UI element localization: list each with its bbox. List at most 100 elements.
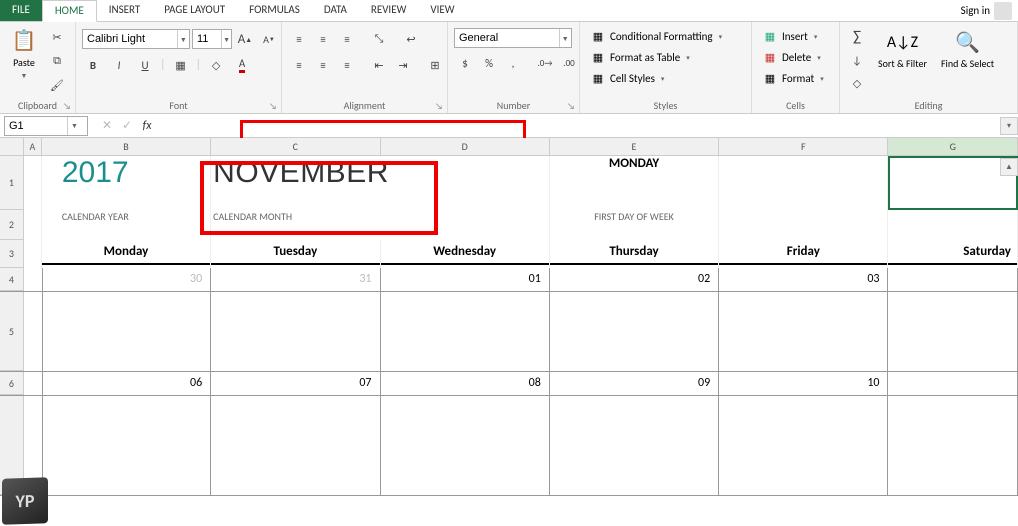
select-all-corner[interactable] bbox=[0, 138, 24, 155]
tab-view[interactable]: VIEW bbox=[418, 0, 466, 21]
cell-e2[interactable]: FIRST DAY OF WEEK bbox=[550, 210, 719, 240]
cell-c2[interactable]: CALENDAR MONTH bbox=[211, 210, 550, 240]
cell-b7[interactable] bbox=[42, 396, 211, 495]
col-header-g[interactable]: G bbox=[888, 138, 1017, 155]
copy-button[interactable]: ⧉ bbox=[46, 50, 68, 72]
cell-g5[interactable] bbox=[888, 292, 1017, 371]
font-size-input[interactable] bbox=[193, 30, 221, 48]
tab-data[interactable]: DATA bbox=[312, 0, 359, 21]
cell-a1[interactable] bbox=[24, 156, 42, 210]
cell-e7[interactable] bbox=[550, 396, 719, 495]
tab-formulas[interactable]: FORMULAS bbox=[237, 0, 312, 21]
row-header-1[interactable]: 1 bbox=[0, 156, 24, 210]
col-header-f[interactable]: F bbox=[719, 138, 888, 155]
clipboard-launcher[interactable]: ↘ bbox=[63, 101, 73, 111]
formula-input[interactable] bbox=[162, 116, 1018, 134]
cell-g7[interactable] bbox=[888, 396, 1017, 495]
cell-d4[interactable]: 01 bbox=[381, 268, 550, 291]
cell-e5[interactable] bbox=[550, 292, 719, 371]
cell-b6[interactable]: 06 bbox=[42, 372, 211, 395]
cell-c1[interactable]: NOVEMBER bbox=[211, 156, 550, 210]
decrease-indent-button[interactable]: ⇤ bbox=[368, 54, 390, 76]
cell-c7[interactable] bbox=[211, 396, 380, 495]
cell-f7[interactable] bbox=[719, 396, 888, 495]
number-launcher[interactable]: ↘ bbox=[567, 101, 577, 111]
cell-e4[interactable]: 02 bbox=[550, 268, 719, 291]
cell-b4[interactable]: 30 bbox=[42, 268, 211, 291]
dropdown-icon[interactable]: ▼ bbox=[221, 30, 231, 48]
font-launcher[interactable]: ↘ bbox=[269, 101, 279, 111]
col-header-a[interactable]: A bbox=[24, 138, 42, 155]
cancel-formula-button[interactable]: ✕ bbox=[98, 117, 116, 135]
format-as-table-button[interactable]: ▦Format as Table▾ bbox=[586, 47, 694, 67]
cell-d3[interactable]: Wednesday bbox=[381, 240, 550, 268]
align-right-button[interactable]: ≡ bbox=[336, 54, 358, 76]
tab-home[interactable]: HOME bbox=[42, 0, 97, 22]
cell-b5[interactable] bbox=[42, 292, 211, 371]
col-header-b[interactable]: B bbox=[42, 138, 211, 155]
comma-button[interactable]: , bbox=[502, 52, 524, 74]
row-header-4[interactable]: 4 bbox=[0, 268, 24, 291]
merge-button[interactable]: ⊞ bbox=[424, 54, 446, 76]
tab-file[interactable]: FILE bbox=[0, 0, 42, 21]
cell-b2[interactable]: CALENDAR YEAR bbox=[42, 210, 211, 240]
scroll-up-button[interactable]: ▲ bbox=[1000, 158, 1018, 176]
tab-insert[interactable]: INSERT bbox=[97, 0, 153, 21]
cell-a5[interactable] bbox=[24, 292, 42, 371]
row-header-3[interactable]: 3 bbox=[0, 240, 24, 268]
fill-button[interactable]: ↓ bbox=[846, 49, 868, 71]
font-name-input[interactable] bbox=[83, 30, 177, 48]
cell-f1[interactable] bbox=[719, 156, 888, 210]
col-header-e[interactable]: E bbox=[550, 138, 719, 155]
increase-font-button[interactable]: A▲ bbox=[234, 28, 256, 50]
orientation-button[interactable]: ⤡ bbox=[368, 28, 390, 50]
decrease-decimal-button[interactable]: .00 bbox=[558, 52, 580, 74]
bold-button[interactable]: B bbox=[82, 54, 104, 76]
cell-d5[interactable] bbox=[381, 292, 550, 371]
dropdown-icon[interactable]: ▼ bbox=[177, 30, 189, 48]
middle-align-button[interactable]: ≡ bbox=[312, 28, 334, 50]
row-header-2[interactable]: 2 bbox=[0, 210, 24, 240]
sign-in-link[interactable]: Sign in bbox=[955, 0, 1018, 21]
percent-button[interactable]: % bbox=[478, 52, 500, 74]
number-format-input[interactable] bbox=[455, 29, 559, 47]
align-left-button[interactable]: ≡ bbox=[288, 54, 310, 76]
font-name-combo[interactable]: ▼ bbox=[82, 29, 190, 49]
number-format-combo[interactable]: ▼ bbox=[454, 28, 572, 48]
bottom-align-button[interactable]: ≡ bbox=[336, 28, 358, 50]
increase-indent-button[interactable]: ⇥ bbox=[392, 54, 414, 76]
fx-button[interactable]: fx bbox=[138, 117, 156, 135]
cell-e3[interactable]: Thursday bbox=[550, 240, 719, 268]
find-select-button[interactable]: 🔍 Find & Select bbox=[937, 26, 998, 71]
format-cells-button[interactable]: ▦Format▾ bbox=[758, 68, 828, 88]
cell-g1-selected[interactable] bbox=[888, 156, 1018, 210]
col-header-c[interactable]: C bbox=[211, 138, 380, 155]
name-box[interactable]: ▼ bbox=[4, 116, 88, 136]
enter-formula-button[interactable]: ✓ bbox=[118, 117, 136, 135]
cell-c5[interactable] bbox=[211, 292, 380, 371]
col-header-d[interactable]: D bbox=[381, 138, 550, 155]
cell-d6[interactable]: 08 bbox=[381, 372, 550, 395]
borders-button[interactable]: ▦ bbox=[170, 54, 192, 76]
cell-a3[interactable] bbox=[24, 240, 42, 268]
sort-filter-button[interactable]: A↓Z Sort & Filter bbox=[874, 26, 931, 71]
paste-button[interactable]: 📋 Paste ▼ bbox=[6, 24, 42, 82]
cell-f3[interactable]: Friday bbox=[719, 240, 888, 268]
insert-cells-button[interactable]: ▦Insert▾ bbox=[758, 26, 821, 46]
cell-f5[interactable] bbox=[719, 292, 888, 371]
wrap-text-button[interactable]: ↩ bbox=[400, 28, 422, 50]
cell-e1[interactable]: MONDAY bbox=[550, 156, 719, 210]
italic-button[interactable]: I bbox=[108, 54, 130, 76]
cell-a4[interactable] bbox=[24, 268, 42, 291]
fill-color-button[interactable]: ◇ bbox=[205, 54, 227, 76]
conditional-formatting-button[interactable]: ▦Conditional Formatting▾ bbox=[586, 26, 726, 46]
cell-g2[interactable] bbox=[888, 210, 1017, 240]
decrease-font-button[interactable]: A▼ bbox=[258, 28, 280, 50]
cut-button[interactable]: ✂ bbox=[46, 26, 68, 48]
cell-a6[interactable] bbox=[24, 372, 42, 395]
cell-b3[interactable]: Monday bbox=[42, 240, 211, 268]
top-align-button[interactable]: ≡ bbox=[288, 28, 310, 50]
font-color-button[interactable]: A bbox=[231, 54, 253, 76]
clear-button[interactable]: ◇ bbox=[846, 72, 868, 94]
cell-styles-button[interactable]: ▦Cell Styles▾ bbox=[586, 68, 668, 88]
